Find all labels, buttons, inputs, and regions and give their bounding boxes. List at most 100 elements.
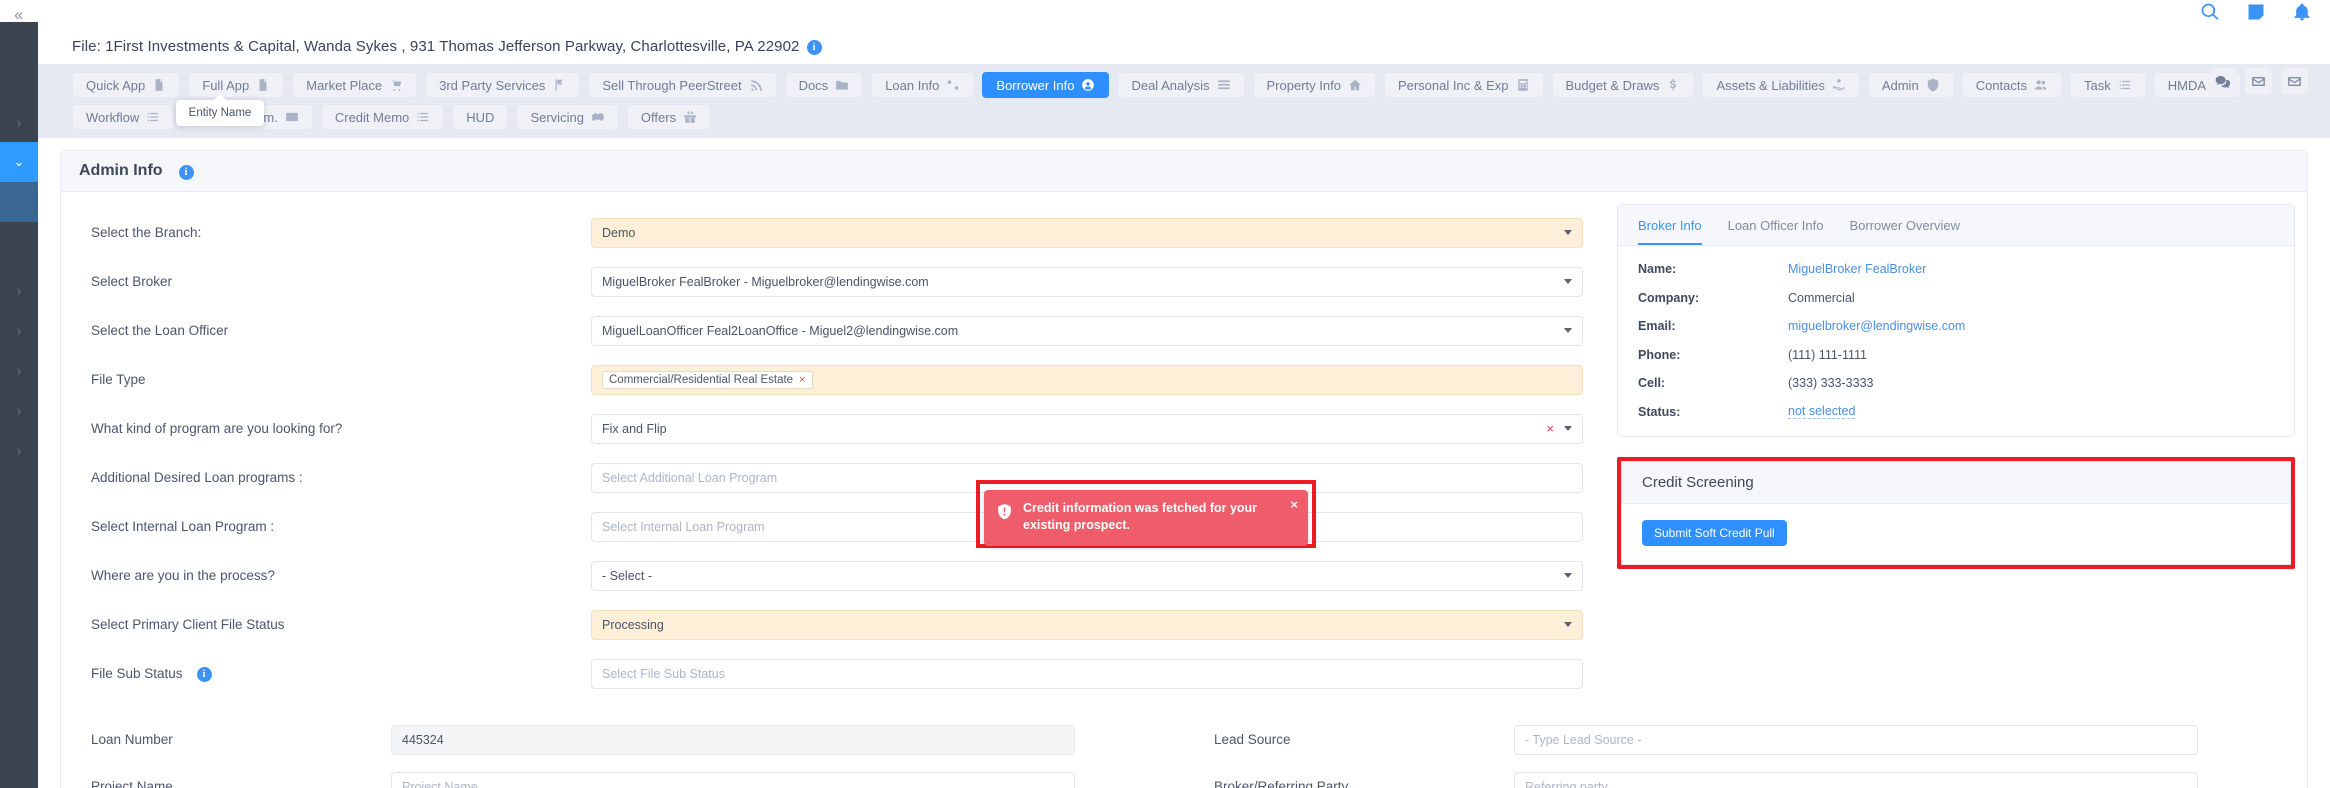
tab-full-app[interactable]: Full App — [188, 72, 285, 98]
remove-chip-icon[interactable]: × — [799, 374, 805, 386]
broker-info-row: Phone: (111) 111-1111 — [1638, 345, 2274, 366]
chevron-down-icon[interactable] — [1564, 572, 1572, 578]
page-container: File: 1First Investments & Capital, Wand… — [38, 28, 2330, 788]
tab-row: Quick App Full App Market Place 3rd Party S… — [72, 72, 2330, 130]
form-label: Select Broker — [91, 274, 591, 289]
sidebar-item-5[interactable]: › — [0, 350, 38, 390]
tab-label: Budget & Draws — [1565, 77, 1660, 93]
sidebar-item-4[interactable]: › — [0, 310, 38, 350]
sidebar-item-7[interactable]: › — [0, 430, 38, 470]
form-value: Demo — [602, 225, 636, 240]
select-input[interactable]: Processing — [591, 609, 1583, 640]
tab-borrower-info[interactable]: Borrower Info — [982, 72, 1110, 98]
tab-admin[interactable]: Admin — [1867, 72, 1954, 98]
form-value: Select Additional Loan Program — [602, 470, 778, 485]
sidebar-item-6[interactable]: › — [0, 390, 38, 430]
chevron-down-icon[interactable] — [1564, 425, 1572, 431]
bottom-field: Project Name Project Name — [61, 763, 1184, 788]
tooltip-text: Entity Name — [188, 107, 252, 119]
submit-soft-credit-pull-button[interactable]: Submit Soft Credit Pull — [1642, 520, 1787, 546]
sidebar-item-3[interactable]: › — [0, 270, 38, 310]
tab-workflow[interactable]: Workflow — [72, 104, 175, 130]
tab-sell-through-peerstreet[interactable]: Sell Through PeerStreet — [588, 72, 777, 98]
note-icon[interactable] — [2246, 2, 2266, 22]
text-input[interactable]: Select File Sub Status — [591, 658, 1583, 689]
broker-info-value[interactable]: not selected — [1788, 404, 1856, 420]
dollar-icon — [1670, 78, 1677, 91]
chevron-down-icon[interactable] — [1564, 278, 1572, 284]
clear-selection-icon[interactable]: × — [1546, 421, 1554, 436]
tab-label: Personal Inc & Exp — [1397, 77, 1509, 93]
select-input[interactable]: Demo — [591, 217, 1583, 248]
broker-info-row: Name: MiguelBroker FealBroker — [1638, 259, 2274, 280]
text-input[interactable]: Referring party — [1514, 771, 2198, 788]
chevron-down-icon[interactable] — [1564, 621, 1572, 627]
tab-label: Full App — [202, 77, 250, 93]
info-icon[interactable]: i — [196, 667, 212, 682]
bottom-field: Lead Source - Type Lead Source - — [1184, 716, 2307, 763]
credit-fetched-toast: Credit information was fetched for your … — [984, 490, 1308, 546]
select-input[interactable]: Fix and Flip — [591, 413, 1583, 444]
select-input[interactable]: - Select - — [591, 560, 1583, 591]
close-icon[interactable]: × — [1290, 497, 1298, 512]
tab-offers[interactable]: Offers — [626, 104, 712, 130]
form-control: MiguelBroker FealBroker - Miguelbroker@l… — [591, 266, 1583, 297]
tab-label: Servicing — [530, 109, 584, 125]
rail-spacer — [0, 22, 38, 44]
chat-icon[interactable] — [2209, 68, 2236, 95]
chevron-down-icon[interactable] — [1564, 327, 1572, 333]
tab-assets-liabilities[interactable]: Assets & Liabilities — [1702, 72, 1860, 98]
broker-card-tab-broker-info[interactable]: Broker Info — [1638, 218, 1702, 245]
sidebar-item-sub[interactable] — [0, 182, 38, 222]
form-control: Referring party — [1514, 771, 2198, 788]
bottom-row: Project Name Project Name Broker/Referring… — [61, 763, 2307, 788]
credit-screening-title: Credit Screening — [1622, 462, 2290, 504]
tab-budget-draws[interactable]: Budget & Draws — [1551, 72, 1695, 98]
toast-highlight: Credit information was fetched for your … — [976, 480, 1316, 548]
info-icon[interactable]: i — [806, 39, 822, 55]
sidebar-item-active[interactable]: ⌄ — [0, 142, 38, 182]
tab-deal-analysis[interactable]: Deal Analysis — [1117, 72, 1245, 98]
form-row: Select the Branch: Demo — [61, 208, 1601, 257]
tab-credit-memo[interactable]: Credit Memo — [320, 104, 445, 130]
broker-card-tab-loan-officer-info[interactable]: Loan Officer Info — [1728, 218, 1824, 245]
select-input[interactable]: MiguelBroker FealBroker - Miguelbroker@l… — [591, 266, 1583, 297]
select-input[interactable]: MiguelLoanOfficer Feal2LoanOffice - Migu… — [591, 315, 1583, 346]
info-icon[interactable]: i — [178, 164, 194, 180]
sidebar-item-2[interactable]: › — [0, 102, 38, 142]
tab-hud[interactable]: HUD — [452, 104, 509, 130]
sidebar-item-1[interactable] — [0, 44, 38, 102]
tab-loan-info[interactable]: Loan Info — [871, 72, 975, 98]
form-value: 445324 — [402, 732, 444, 747]
text-input[interactable]: - Type Lead Source - — [1514, 724, 2198, 755]
admin-side-column: Broker Info Loan Officer Info Borrower Ove… — [1601, 192, 2307, 710]
sidebar-item-spacer — [0, 222, 38, 270]
bell-icon[interactable] — [2292, 2, 2312, 22]
broker-info-value[interactable]: miguelbroker@lendingwise.com — [1788, 319, 1965, 333]
tab-servicing[interactable]: Servicing — [516, 104, 619, 130]
card-icon — [286, 112, 298, 122]
tab-docs[interactable]: Docs — [784, 72, 864, 98]
chevron-left-icon[interactable]: ‹‹ — [14, 6, 23, 23]
send-mail-icon[interactable] — [2281, 68, 2308, 95]
entity-name-tooltip: Entity Name — [176, 94, 264, 126]
search-icon[interactable] — [2200, 2, 2220, 22]
admin-info-panel: Admin Info i Select the Branch: Demo Selec… — [60, 150, 2308, 788]
tab-contacts[interactable]: Contacts — [1961, 72, 2062, 98]
chevron-down-icon[interactable] — [1564, 229, 1572, 235]
bottom-field-rows: Loan Number 445324 Lead Source - Type Lead … — [61, 710, 2307, 788]
form-control: Fix and Flip × — [591, 413, 1583, 444]
tab-market-place[interactable]: Market Place — [292, 72, 418, 98]
tab-personal-inc-exp[interactable]: Personal Inc & Exp — [1383, 72, 1544, 98]
tab-quick-app[interactable]: Quick App — [72, 72, 181, 98]
tab-3rd-party-services[interactable]: 3rd Party Services — [425, 72, 581, 98]
select-input[interactable]: Commercial/Residential Real Estate × — [591, 364, 1583, 395]
tab-property-info[interactable]: Property Info — [1252, 72, 1376, 98]
text-input[interactable]: 445324 — [391, 724, 1075, 755]
envelope-icon[interactable] — [2245, 68, 2272, 95]
broker-info-value[interactable]: MiguelBroker FealBroker — [1788, 262, 1926, 276]
form-value: Project Name — [402, 779, 478, 788]
broker-card-tab-borrower-overview[interactable]: Borrower Overview — [1849, 218, 1960, 245]
text-input[interactable]: Project Name — [391, 771, 1075, 788]
tab-task[interactable]: Task — [2070, 72, 2146, 98]
